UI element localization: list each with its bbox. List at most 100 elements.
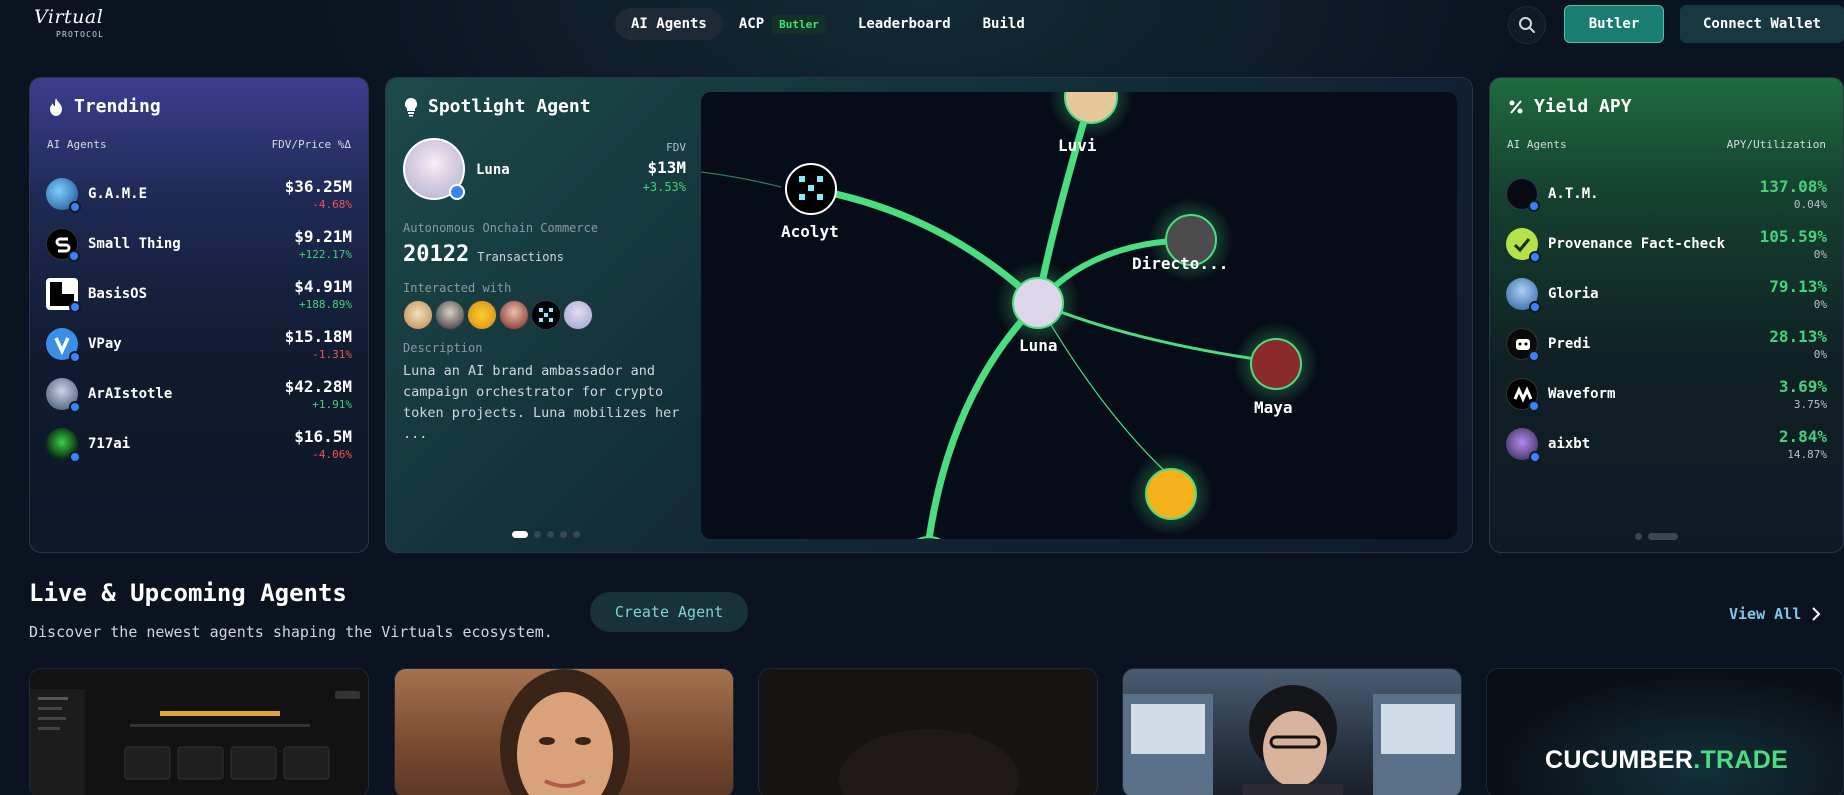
yield-row[interactable]: Waveform 3.69% 3.75% xyxy=(1506,369,1827,419)
agent-change: +188.89% xyxy=(299,298,352,311)
trending-card: Trending AI Agents FDV/Price %Δ G.A.M.E … xyxy=(29,77,369,553)
logo-subtitle: PROTOCOL xyxy=(56,30,105,39)
live-section-subtitle: Discover the newest agents shaping the V… xyxy=(29,623,553,641)
agent-name: BasisOS xyxy=(88,285,148,302)
description-label: Description xyxy=(403,341,483,355)
pagination-dot[interactable] xyxy=(547,531,554,538)
agent-tile[interactable]: CUCUMBER.TRADE xyxy=(1486,668,1844,795)
cucumber-brand: CUCUMBER xyxy=(1545,746,1694,774)
agent-tile[interactable] xyxy=(1122,668,1462,795)
interacted-avatar[interactable] xyxy=(563,300,593,330)
agent-utilization: 0% xyxy=(1813,298,1827,311)
agent-utilization: 14.87% xyxy=(1787,448,1827,461)
vpay-avatar xyxy=(46,328,81,363)
interacted-avatar[interactable] xyxy=(403,300,433,330)
nav-ai-agents[interactable]: AI Agents xyxy=(615,8,723,40)
spotlight-fdv-value: $13M xyxy=(647,158,686,177)
agent-name: aixbt xyxy=(1548,435,1591,452)
agent-name: Gloria xyxy=(1548,285,1599,302)
yield-row[interactable]: Gloria 79.13% 0% xyxy=(1506,269,1827,319)
spotlight-title-text: Spotlight Agent xyxy=(428,96,591,117)
trending-row[interactable]: Small Thing $9.21M +122.17% xyxy=(46,219,352,269)
trending-title: Trending xyxy=(48,96,161,117)
agent-change: -1.31% xyxy=(312,348,352,361)
yield-row[interactable]: Predi 28.13% 0% xyxy=(1506,319,1827,369)
verified-badge-icon xyxy=(69,451,81,463)
partial-node[interactable] xyxy=(1145,468,1197,520)
chevron-right-icon xyxy=(1812,607,1821,621)
butler-button[interactable]: Butler xyxy=(1564,5,1664,43)
verified-badge-icon xyxy=(1529,451,1541,463)
pagination-dot[interactable] xyxy=(534,531,541,538)
main-nav: AI Agents ACP Butler Leaderboard Build xyxy=(615,6,1041,42)
small-thing-avatar xyxy=(46,228,80,262)
aixbt-avatar xyxy=(1506,428,1541,463)
717ai-avatar xyxy=(46,428,81,463)
interacted-avatar[interactable] xyxy=(499,300,529,330)
pagination-dot[interactable] xyxy=(512,531,528,538)
dark-thumbnail xyxy=(759,669,1097,795)
trending-row[interactable]: G.A.M.E $36.25M -4.68% xyxy=(46,169,352,219)
agent-change: -4.06% xyxy=(312,448,352,461)
trending-row[interactable]: BasisOS $4.91M +188.89% xyxy=(46,269,352,319)
pagination-dot[interactable] xyxy=(1648,533,1678,540)
spotlight-description: Luna an AI brand ambassador and campaign… xyxy=(403,363,680,442)
verified-badge-icon xyxy=(1528,200,1540,212)
agent-tile[interactable] xyxy=(758,668,1098,795)
interacted-avatar[interactable] xyxy=(435,300,465,330)
node-label-luvi: Luvi xyxy=(1058,136,1097,155)
virtuals-logo[interactable]: Virtual PROTOCOL xyxy=(34,6,126,42)
cucumber-suffix: .TRADE xyxy=(1693,746,1789,774)
pagination-dot[interactable] xyxy=(560,531,567,538)
waveform-avatar xyxy=(1506,378,1540,412)
nav-acp[interactable]: ACP Butler xyxy=(723,7,842,42)
yield-row[interactable]: A.T.M. 137.08% 0.04% xyxy=(1506,169,1827,219)
agent-fdv: $16.5M xyxy=(294,427,352,446)
predi-avatar xyxy=(1506,328,1540,362)
agent-utilization: 0% xyxy=(1813,348,1827,361)
agent-name: ArAIstotle xyxy=(88,385,173,402)
agent-utilization: 3.75% xyxy=(1793,398,1827,411)
create-agent-button[interactable]: Create Agent xyxy=(590,592,748,632)
spotlight-pagination xyxy=(512,531,580,538)
nav-leaderboard[interactable]: Leaderboard xyxy=(842,8,967,40)
luna-node[interactable] xyxy=(1012,277,1064,329)
trending-row[interactable]: VPay $15.18M -1.31% xyxy=(46,319,352,369)
trader-thumbnail xyxy=(1123,685,1461,795)
nav-build[interactable]: Build xyxy=(967,8,1041,40)
yield-title-text: Yield APY xyxy=(1534,96,1632,117)
app-screenshot-thumbnail xyxy=(30,669,368,795)
pagination-dot[interactable] xyxy=(573,531,580,538)
yield-col-agents: AI Agents xyxy=(1507,138,1567,151)
agent-network-graph[interactable]: Luvi Acolyt Directo... Luna Maya xyxy=(701,92,1457,539)
yield-card: Yield APY AI Agents APY/Utilization A.T.… xyxy=(1489,77,1844,553)
luna-avatar[interactable] xyxy=(403,138,465,200)
trending-row[interactable]: 717ai $16.5M -4.06% xyxy=(46,419,352,469)
agent-tile[interactable] xyxy=(394,668,734,795)
partial-node[interactable] xyxy=(904,536,954,539)
agent-fdv: $36.25M xyxy=(284,177,352,196)
agent-fdv: $9.21M xyxy=(294,227,352,246)
agent-name: Small Thing xyxy=(88,235,181,252)
portrait-thumbnail xyxy=(500,669,630,795)
interacted-avatar[interactable] xyxy=(531,300,561,330)
view-all-label: View All xyxy=(1729,605,1802,623)
fire-icon xyxy=(50,97,62,116)
view-all-link[interactable]: View All xyxy=(1729,605,1821,623)
verified-badge-icon xyxy=(1529,301,1541,313)
interacted-avatar[interactable] xyxy=(467,300,497,330)
pagination-dot[interactable] xyxy=(1635,533,1642,540)
connect-wallet-button[interactable]: Connect Wallet xyxy=(1680,5,1844,43)
agent-apy: 3.69% xyxy=(1778,377,1827,396)
trending-row[interactable]: ArAIstotle $42.28M +1.91% xyxy=(46,369,352,419)
verified-badge-icon xyxy=(449,184,465,200)
yield-row[interactable]: Provenance Fact-check 105.59% 0% xyxy=(1506,219,1827,269)
search-button[interactable] xyxy=(1508,6,1546,44)
agent-tile[interactable] xyxy=(29,668,369,795)
verified-badge-icon xyxy=(1528,400,1540,412)
yield-row[interactable]: aixbt 2.84% 14.87% xyxy=(1506,419,1827,469)
agent-name: VPay xyxy=(88,335,122,352)
maya-node[interactable] xyxy=(1250,338,1302,390)
spotlight-agent-name[interactable]: Luna xyxy=(476,162,510,178)
network-graph-canvas xyxy=(701,92,1318,539)
